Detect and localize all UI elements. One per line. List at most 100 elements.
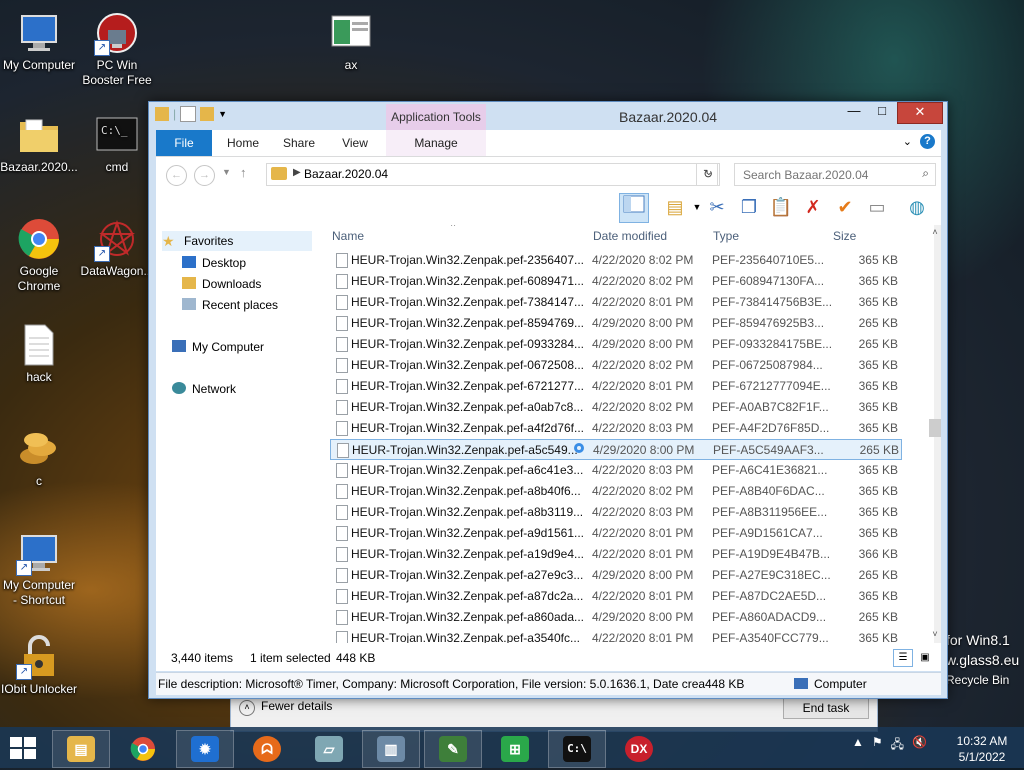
help-icon[interactable]: ? bbox=[920, 134, 935, 149]
column-header-type[interactable]: Type bbox=[713, 225, 739, 247]
table-row[interactable]: HEUR-Trojan.Win32.Zenpak.pef-8594769... 4… bbox=[330, 313, 902, 334]
file-type: PEF-A9D1561CA7... bbox=[712, 526, 823, 540]
recycle-bin-label[interactable]: Recycle Bin bbox=[946, 670, 1019, 690]
nav-item-my-computer[interactable]: My Computer bbox=[172, 337, 332, 357]
delete-icon[interactable]: ✗ bbox=[799, 193, 827, 221]
shell-icon[interactable]: ◍ bbox=[903, 193, 931, 221]
vertical-scrollbar[interactable]: ˄ ˅ bbox=[929, 225, 941, 643]
paste-icon[interactable]: 📋 bbox=[767, 193, 795, 221]
taskbar-system-monitor[interactable]: ▥ bbox=[362, 730, 420, 768]
scroll-thumb[interactable] bbox=[929, 419, 941, 437]
table-row[interactable]: HEUR-Trojan.Win32.Zenpak.pef-0933284... 4… bbox=[330, 334, 902, 355]
tab-share[interactable]: Share bbox=[274, 130, 324, 156]
action-center-flag-icon[interactable]: ⚑ bbox=[872, 735, 883, 756]
taskbar-settings[interactable]: ✹ bbox=[176, 730, 234, 768]
properties-icon[interactable] bbox=[180, 106, 197, 122]
desktop-icon-bazaar-folder[interactable]: Bazaar.2020... bbox=[0, 112, 78, 175]
scroll-down-icon[interactable]: ˅ bbox=[929, 629, 941, 639]
details-view-icon[interactable]: ☰ bbox=[893, 649, 913, 667]
nav-item-desktop[interactable]: Desktop bbox=[182, 253, 342, 273]
table-row[interactable]: HEUR-Trojan.Win32.Zenpak.pef-a860ada... 4… bbox=[330, 607, 902, 628]
cut-icon[interactable]: ✂ bbox=[703, 193, 731, 221]
table-row[interactable]: HEUR-Trojan.Win32.Zenpak.pef-7384147... 4… bbox=[330, 292, 902, 313]
expand-ribbon-icon[interactable]: ⌄ bbox=[903, 135, 912, 148]
column-header-size[interactable]: Size bbox=[833, 225, 856, 247]
nav-item-network[interactable]: Network bbox=[172, 379, 332, 399]
back-button[interactable]: ← bbox=[166, 165, 187, 186]
close-button[interactable]: ✕ bbox=[897, 102, 943, 124]
desktop-icon-cmd[interactable]: C:\_ cmd bbox=[78, 112, 156, 175]
table-row[interactable]: HEUR-Trojan.Win32.Zenpak.pef-0672508... 4… bbox=[330, 355, 902, 376]
table-row[interactable]: HEUR-Trojan.Win32.Zenpak.pef-2356407... 4… bbox=[330, 250, 902, 271]
desktop-icon-my-computer[interactable]: My Computer bbox=[0, 10, 78, 73]
show-hidden-icons-icon[interactable]: ▲ bbox=[852, 735, 864, 756]
taskbar-file-explorer[interactable]: ▤ bbox=[52, 730, 110, 768]
nav-item-recent-places[interactable]: Recent places bbox=[182, 295, 342, 315]
taskbar-notepad[interactable]: ▱ bbox=[300, 730, 358, 768]
column-header-date[interactable]: Date modified bbox=[593, 225, 667, 247]
maximize-button[interactable]: □ bbox=[869, 102, 895, 122]
nav-item-downloads[interactable]: Downloads bbox=[182, 274, 342, 294]
network-status-icon[interactable]: 🖧 bbox=[891, 735, 904, 756]
desktop-icon-google-chrome[interactable]: Google Chrome bbox=[0, 216, 78, 294]
recent-locations-icon[interactable]: ▼ bbox=[222, 167, 231, 177]
chevron-down-icon[interactable]: ▼ bbox=[218, 109, 227, 119]
desktop-icon-ax[interactable]: ax bbox=[312, 10, 390, 73]
table-row[interactable]: HEUR-Trojan.Win32.Zenpak.pef-a0ab7c8... 4… bbox=[330, 397, 902, 418]
table-row[interactable]: HEUR-Trojan.Win32.Zenpak.pef-6089471... 4… bbox=[330, 271, 902, 292]
desktop-icon bbox=[182, 256, 196, 268]
scroll-up-icon[interactable]: ˄ bbox=[929, 227, 941, 237]
table-row[interactable]: HEUR-Trojan.Win32.Zenpak.pef-a19d9e4... 4… bbox=[330, 544, 902, 565]
up-arrow-icon[interactable]: ↑ bbox=[240, 165, 247, 180]
table-row[interactable]: HEUR-Trojan.Win32.Zenpak.pef-6721277... 4… bbox=[330, 376, 902, 397]
table-row[interactable]: HEUR-Trojan.Win32.Zenpak.pef-a6c41e3... 4… bbox=[330, 460, 902, 481]
tab-file[interactable]: File bbox=[156, 130, 212, 156]
large-icons-view-icon[interactable]: ▣ bbox=[915, 649, 935, 667]
table-row[interactable]: HEUR-Trojan.Win32.Zenpak.pef-a4f2d76f...… bbox=[330, 418, 902, 439]
taskbar-store[interactable]: ⊞ bbox=[486, 730, 544, 768]
end-task-button[interactable]: End task bbox=[783, 697, 869, 719]
copy-icon[interactable]: ❐ bbox=[735, 193, 763, 221]
new-folder-icon[interactable] bbox=[200, 107, 215, 121]
desktop-icon-hack[interactable]: hack bbox=[0, 322, 78, 385]
table-row[interactable]: HEUR-Trojan.Win32.Zenpak.pef-a9d1561... 4… bbox=[330, 523, 902, 544]
search-box[interactable]: ⌕ bbox=[734, 163, 936, 186]
table-row[interactable]: HEUR-Trojan.Win32.Zenpak.pef-a87dc2a... 4… bbox=[330, 586, 902, 607]
rename-icon[interactable]: ▭ bbox=[863, 193, 891, 221]
taskbar-dx[interactable]: DX bbox=[610, 730, 668, 768]
desktop-icon-pc-win-booster[interactable]: ↗ PC Win Booster Free bbox=[78, 10, 156, 88]
search-input[interactable] bbox=[741, 164, 915, 185]
system-tray: ▲ ⚑ 🖧 🔇 bbox=[852, 735, 927, 756]
tab-home[interactable]: Home bbox=[218, 130, 268, 156]
taskbar-chrome[interactable] bbox=[114, 730, 172, 768]
start-button[interactable] bbox=[10, 737, 38, 761]
tab-manage[interactable]: Manage bbox=[386, 130, 486, 156]
taskbar-editor[interactable]: ✎ bbox=[424, 730, 482, 768]
taskbar-cmd[interactable]: C:\ bbox=[548, 730, 606, 768]
minimize-button[interactable]: — bbox=[841, 102, 867, 122]
nav-item-favorites[interactable]: ★ Favorites bbox=[162, 231, 312, 251]
fewer-details-link[interactable]: ˄ Fewer details bbox=[239, 699, 332, 716]
title-bar[interactable]: | ▼ Application Tools Bazaar.2020.04 — □… bbox=[149, 102, 947, 130]
forward-button[interactable]: → bbox=[194, 165, 215, 186]
address-bar[interactable]: ▶ Bazaar.2020.04 ⌄ bbox=[266, 163, 718, 186]
system-clock[interactable]: 10:32 AM 5/1/2022 bbox=[950, 733, 1014, 765]
chrome-icon bbox=[16, 216, 62, 262]
table-row[interactable]: HEUR-Trojan.Win32.Zenpak.pef-a8b3119... 4… bbox=[330, 502, 902, 523]
column-header-name[interactable]: Name bbox=[332, 225, 364, 247]
volume-muted-icon[interactable]: 🔇 bbox=[912, 735, 927, 756]
tab-view[interactable]: View bbox=[330, 130, 380, 156]
preview-pane-icon[interactable] bbox=[619, 193, 649, 223]
refresh-button[interactable]: ↻ bbox=[696, 163, 720, 186]
search-icon: ⌕ bbox=[922, 166, 929, 180]
table-row[interactable]: HEUR-Trojan.Win32.Zenpak.pef-a27e9c3... 4… bbox=[330, 565, 902, 586]
table-row-selected[interactable]: HEUR-Trojan.Win32.Zenpak.pef-a5c549... 4/… bbox=[330, 439, 902, 460]
taskbar-firefox[interactable]: ᗣ bbox=[238, 730, 296, 768]
desktop-icon-iobit-unlocker[interactable]: ↗ IObit Unlocker bbox=[0, 634, 78, 697]
desktop-icon-my-computer-shortcut[interactable]: ↗ My Computer - Shortcut bbox=[0, 530, 78, 608]
desktop-icon-c[interactable]: c bbox=[0, 426, 78, 489]
desktop-icon-datawagon[interactable]: ↗ DataWagon... bbox=[78, 216, 156, 279]
table-row[interactable]: HEUR-Trojan.Win32.Zenpak.pef-a8b40f6... 4… bbox=[330, 481, 902, 502]
table-row[interactable]: HEUR-Trojan.Win32.Zenpak.pef-a3540fc... 4… bbox=[330, 628, 902, 643]
checkmark-icon[interactable]: ✔ bbox=[831, 193, 859, 221]
